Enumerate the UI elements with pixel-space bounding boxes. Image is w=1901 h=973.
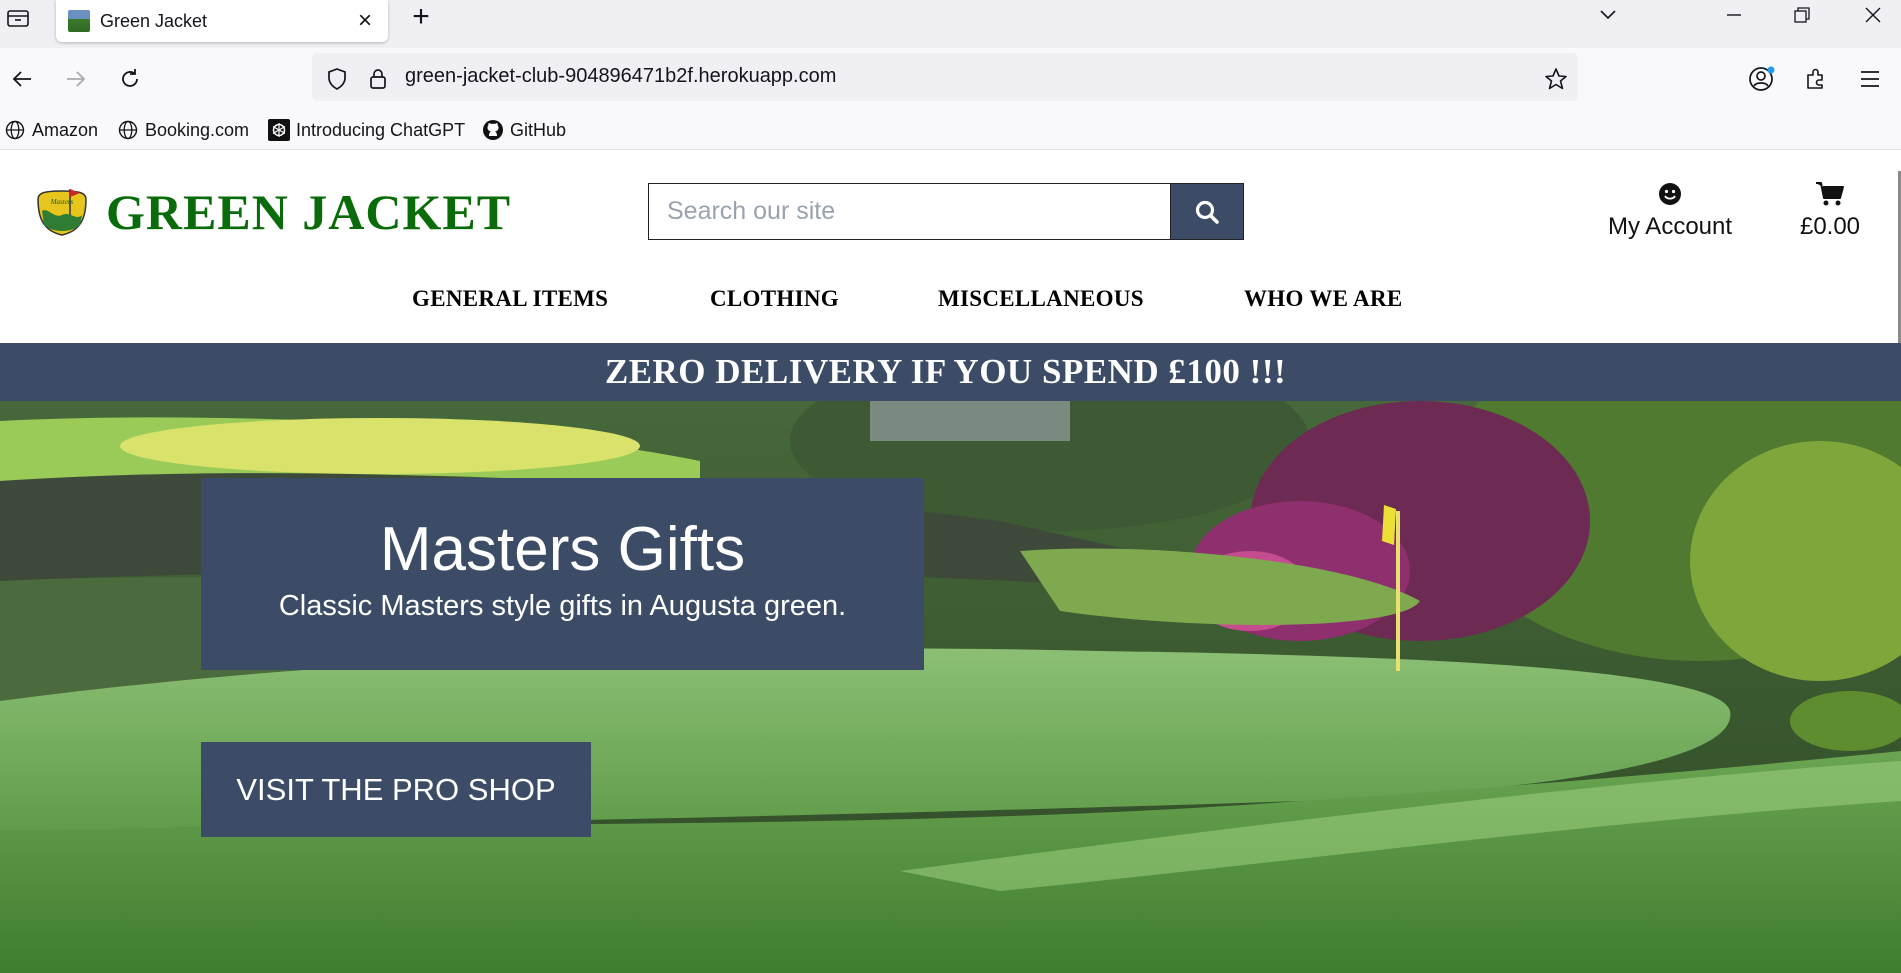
github-icon bbox=[482, 119, 504, 141]
nav-miscellaneous[interactable]: MISCELLANEOUS bbox=[938, 286, 1144, 312]
url-text[interactable]: green-jacket-club-904896471b2f.herokuapp… bbox=[405, 65, 836, 88]
hero-card: Masters Gifts Classic Masters style gift… bbox=[201, 478, 924, 670]
forward-icon[interactable] bbox=[58, 61, 94, 97]
svg-text:Masters: Masters bbox=[50, 198, 74, 206]
brand-name: GREEN JACKET bbox=[106, 184, 512, 240]
tab-title: Green Jacket bbox=[100, 10, 208, 31]
shopping-bag-link[interactable]: £0.00 bbox=[1790, 179, 1870, 241]
tab-list-icon[interactable] bbox=[4, 4, 32, 32]
visit-pro-shop-button[interactable]: VISIT THE PRO SHOP bbox=[201, 742, 591, 837]
hero-subtitle: Classic Masters style gifts in Augusta g… bbox=[278, 590, 847, 622]
bookmark-booking[interactable]: Booking.com bbox=[117, 118, 249, 142]
minimize-icon[interactable] bbox=[1706, 0, 1762, 30]
cart-total: £0.00 bbox=[1799, 213, 1861, 240]
my-account-label: My Account bbox=[1607, 213, 1733, 240]
my-account-link[interactable]: My Account bbox=[1600, 179, 1740, 241]
nav-general-items[interactable]: GENERAL ITEMS bbox=[412, 286, 608, 312]
hero-title: Masters Gifts bbox=[379, 515, 746, 584]
bookmark-label: Amazon bbox=[32, 119, 99, 140]
main-nav: GENERAL ITEMS CLOTHING MISCELLANEOUS WHO… bbox=[0, 286, 1901, 324]
shield-icon[interactable] bbox=[319, 61, 355, 97]
lock-icon[interactable] bbox=[360, 61, 396, 97]
bookmark-star-icon[interactable] bbox=[1538, 61, 1574, 97]
tab-favicon-icon bbox=[68, 10, 90, 32]
extensions-icon[interactable] bbox=[1798, 61, 1834, 97]
bookmark-label: Booking.com bbox=[145, 119, 250, 140]
reload-icon[interactable] bbox=[112, 61, 148, 97]
globe-icon bbox=[117, 119, 139, 141]
delivery-banner-text: ZERO DELIVERY IF YOU SPEND £100 !!! bbox=[604, 352, 1287, 391]
web-page: Masters GREEN JACKET My Account £0.00 GE… bbox=[0, 151, 1901, 973]
nav-who-we-are[interactable]: WHO WE ARE bbox=[1244, 286, 1403, 312]
site-logo[interactable]: Masters GREEN JACKET bbox=[34, 183, 511, 241]
browser-tab[interactable]: Green Jacket × bbox=[56, 0, 388, 42]
search-icon bbox=[1195, 200, 1219, 224]
bookmark-github[interactable]: GitHub bbox=[482, 118, 566, 142]
account-profile-icon[interactable] bbox=[1744, 61, 1780, 97]
hero-section: Masters Gifts Classic Masters style gift… bbox=[0, 401, 1901, 973]
bookmark-label: GitHub bbox=[510, 119, 567, 140]
search-form bbox=[648, 183, 1244, 240]
close-tab-icon[interactable]: × bbox=[354, 7, 376, 35]
masters-logo-icon: Masters bbox=[37, 189, 87, 236]
openai-icon bbox=[268, 119, 290, 141]
delivery-banner: ZERO DELIVERY IF YOU SPEND £100 !!! bbox=[0, 343, 1901, 401]
back-icon[interactable] bbox=[4, 61, 40, 97]
browser-tab-bar: Green Jacket × + bbox=[0, 0, 1901, 48]
bookmark-label: Introducing ChatGPT bbox=[296, 119, 466, 140]
restore-icon[interactable] bbox=[1774, 0, 1830, 30]
close-window-icon[interactable] bbox=[1845, 0, 1901, 30]
search-button[interactable] bbox=[1170, 183, 1244, 240]
smiley-icon bbox=[1659, 183, 1681, 205]
search-input[interactable] bbox=[648, 183, 1170, 240]
list-all-tabs-icon[interactable] bbox=[1580, 0, 1636, 30]
globe-icon bbox=[4, 119, 26, 141]
bookmark-chatgpt[interactable]: Introducing ChatGPT bbox=[268, 118, 465, 142]
bookmark-amazon[interactable]: Amazon bbox=[4, 118, 98, 142]
new-tab-icon[interactable]: + bbox=[405, 2, 437, 34]
menu-icon[interactable] bbox=[1852, 61, 1888, 97]
cart-icon bbox=[1816, 182, 1844, 206]
nav-clothing[interactable]: CLOTHING bbox=[710, 286, 839, 312]
